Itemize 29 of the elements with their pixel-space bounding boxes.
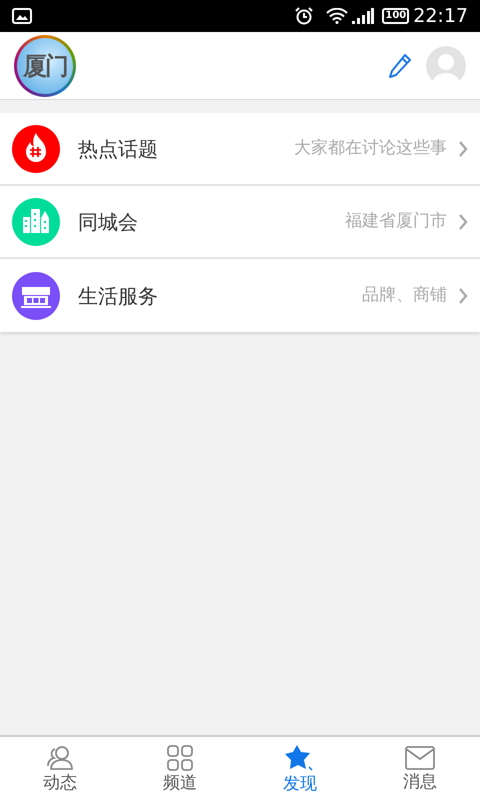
logo-text: 厦门	[23, 50, 67, 82]
people-icon	[46, 744, 74, 770]
clock-time: 22:17	[413, 4, 468, 29]
signal-icon	[352, 8, 374, 24]
chevron-icon	[458, 212, 468, 230]
tab[interactable]: 消息	[360, 737, 480, 800]
grid-icon	[167, 744, 193, 770]
mail-icon	[405, 746, 435, 770]
pencil-icon[interactable]	[388, 52, 412, 78]
logo[interactable]: 厦门	[14, 34, 76, 96]
list-item[interactable]: 热点话题 大家都在讨论这些事	[0, 113, 480, 186]
list-item[interactable]: 同城会 福建省厦门市	[0, 186, 480, 259]
tab[interactable]: 发现	[240, 737, 360, 800]
list-item[interactable]: 生活服务 品牌、商铺	[0, 259, 480, 332]
item-subtitle: 大家都在讨论这些事	[294, 136, 447, 160]
chevron-icon	[458, 286, 468, 304]
alarm-icon	[294, 7, 314, 25]
item-title: 热点话题	[78, 136, 158, 162]
image-icon	[12, 8, 32, 24]
tab[interactable]: 频道	[120, 737, 240, 800]
tab[interactable]: 动态	[0, 737, 120, 800]
chevron-icon	[458, 140, 468, 158]
item-title: 同城会	[78, 208, 138, 236]
battery-level: 100	[382, 8, 410, 24]
item-subtitle: 品牌、商铺	[362, 284, 447, 307]
wifi-icon	[326, 8, 348, 24]
star-icon	[285, 744, 315, 772]
item-title: 生活服务	[78, 282, 158, 310]
item-subtitle: 福建省厦门市	[345, 210, 447, 233]
